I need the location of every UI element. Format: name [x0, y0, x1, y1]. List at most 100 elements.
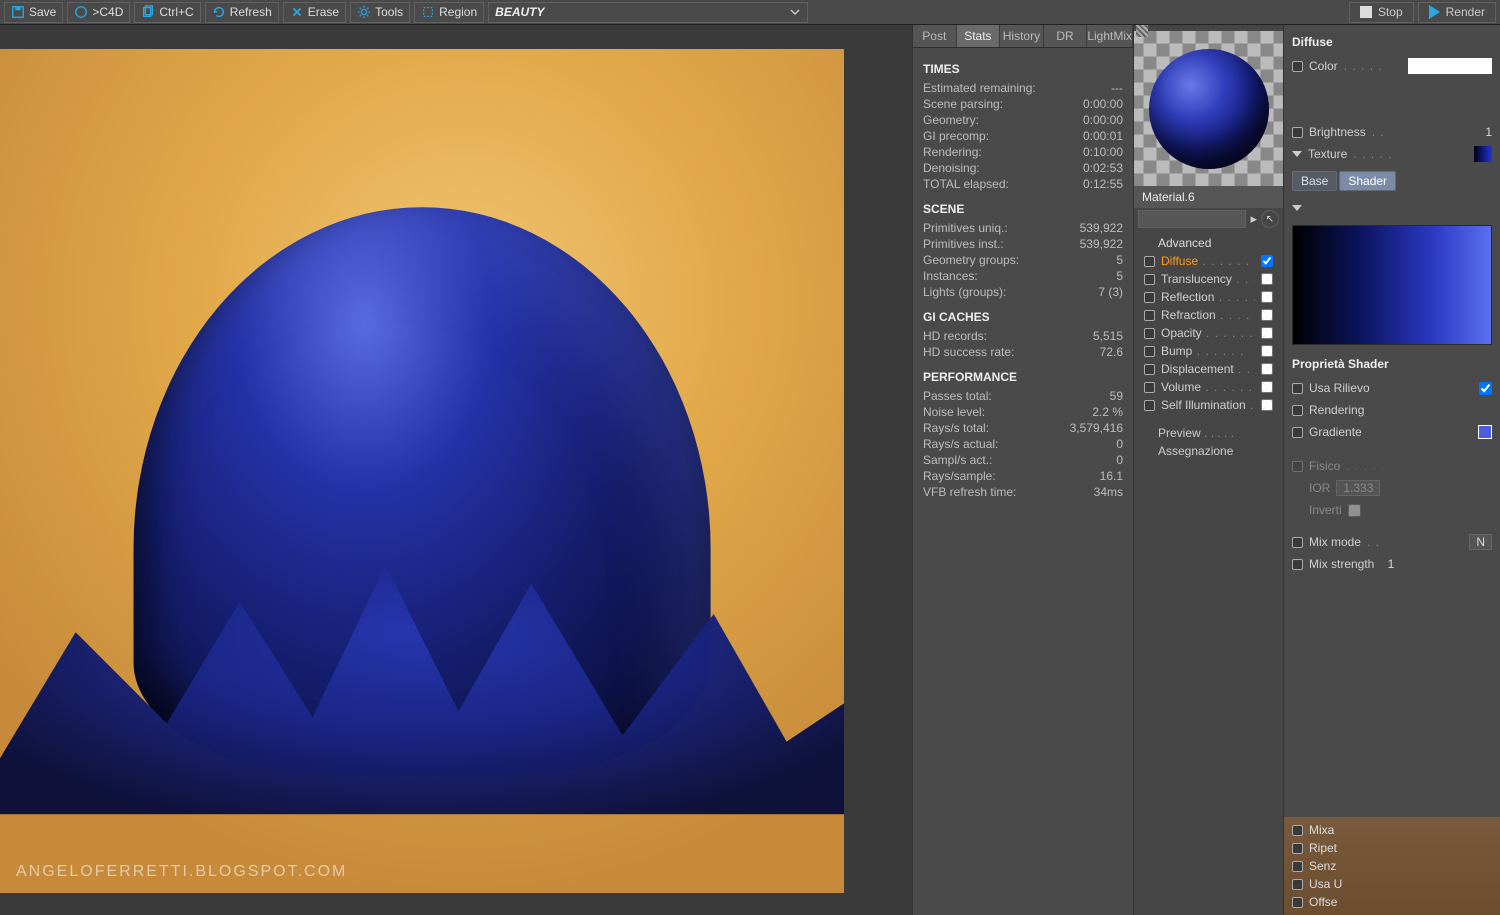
ior-row[interactable]: IOR1.333: [1292, 479, 1492, 497]
texture-swatch[interactable]: [1474, 146, 1492, 162]
inverti-checkbox[interactable]: [1348, 504, 1361, 517]
stat-row: Primitives inst.:539,922: [923, 236, 1123, 252]
radio-icon: [1144, 400, 1155, 411]
stat-row: HD records:5,515: [923, 328, 1123, 344]
save-button[interactable]: Save: [4, 2, 63, 23]
stat-row: Denoising:0:02:53: [923, 160, 1123, 176]
stat-row: Rays/s actual:0: [923, 436, 1123, 452]
tools-button[interactable]: Tools: [350, 2, 410, 23]
mixmode-row[interactable]: Mix mode. .N: [1292, 533, 1492, 551]
channel-checkbox[interactable]: [1261, 399, 1273, 411]
stat-row: Geometry:0:00:00: [923, 112, 1123, 128]
pass-dropdown[interactable]: BEAUTY: [488, 2, 808, 23]
radio-icon: [1144, 310, 1155, 321]
lower-prop-row[interactable]: Usa U: [1292, 875, 1492, 893]
channel-self-illumination[interactable]: Self Illumination: [1144, 396, 1273, 414]
channel-checkbox[interactable]: [1261, 255, 1273, 267]
usa-checkbox[interactable]: [1479, 382, 1492, 395]
material-search-input[interactable]: [1138, 210, 1246, 228]
hatch-icon: [1136, 25, 1148, 37]
tab-lightmix[interactable]: LightMix: [1087, 25, 1133, 47]
color-row[interactable]: Color. . . . .: [1292, 57, 1492, 75]
refresh-button[interactable]: Refresh: [205, 2, 279, 23]
lower-prop-row[interactable]: Mixa: [1292, 821, 1492, 839]
ior-field[interactable]: 1.333: [1336, 480, 1380, 496]
color-swatch[interactable]: [1408, 58, 1492, 74]
render-button[interactable]: Render: [1418, 2, 1496, 23]
lower-prop-row[interactable]: Senz: [1292, 857, 1492, 875]
gradient-swatch[interactable]: [1478, 425, 1492, 439]
channel-checkbox[interactable]: [1261, 291, 1273, 303]
inverti-row[interactable]: Inverti: [1292, 501, 1492, 519]
channel-checkbox[interactable]: [1261, 309, 1273, 321]
erase-icon: [290, 5, 304, 19]
gradiente-row[interactable]: Gradiente: [1292, 423, 1492, 441]
radio-icon: [1144, 382, 1155, 393]
channel-checkbox[interactable]: [1261, 327, 1273, 339]
channel-bump[interactable]: Bump: [1144, 342, 1273, 360]
material-preview[interactable]: [1134, 31, 1283, 186]
channel-opacity[interactable]: Opacity: [1144, 324, 1273, 342]
lower-prop-row[interactable]: Offse: [1292, 893, 1492, 911]
channel-checkbox[interactable]: [1261, 381, 1273, 393]
advanced-label[interactable]: Advanced: [1144, 234, 1273, 252]
picker-icon[interactable]: ↖: [1261, 210, 1279, 228]
stop-icon: [1360, 6, 1372, 18]
channel-translucency[interactable]: Translucency: [1144, 270, 1273, 288]
stat-row: TOTAL elapsed:0:12:55: [923, 176, 1123, 192]
refresh-icon: [212, 5, 226, 19]
stat-row: Estimated remaining:---: [923, 80, 1123, 96]
tab-base[interactable]: Base: [1292, 171, 1337, 191]
stat-row: Passes total:59: [923, 388, 1123, 404]
texture-row[interactable]: Texture. . . . .: [1292, 145, 1492, 163]
stat-row: Lights (groups):7 (3): [923, 284, 1123, 300]
gi-header: GI CACHES: [923, 310, 1123, 324]
gradient-preview[interactable]: [1292, 225, 1492, 345]
stat-row: Instances:5: [923, 268, 1123, 284]
preview-label[interactable]: Preview . . . . .: [1144, 424, 1273, 442]
mixstrength-row[interactable]: Mix strength1: [1292, 555, 1492, 573]
tab-history[interactable]: History: [1000, 25, 1044, 47]
radio-icon: [1144, 364, 1155, 375]
erase-button[interactable]: Erase: [283, 2, 346, 23]
to-c4d-button[interactable]: >C4D: [67, 2, 130, 23]
copy-button[interactable]: Ctrl+C: [134, 2, 200, 23]
usa-rilievo-row[interactable]: Usa Rilievo: [1292, 379, 1492, 397]
channel-volume[interactable]: Volume: [1144, 378, 1273, 396]
mixmode-field[interactable]: N: [1469, 534, 1492, 550]
brightness-row[interactable]: Brightness. .1: [1292, 123, 1492, 141]
assign-label[interactable]: Assegnazione: [1144, 442, 1273, 460]
times-header: TIMES: [923, 62, 1123, 76]
stat-row: Sampl/s act.:0: [923, 452, 1123, 468]
tab-post[interactable]: Post: [913, 25, 957, 47]
render-viewport[interactable]: ANGELOFERRETTI.BLOGSPOT.COM: [0, 25, 912, 915]
stop-button[interactable]: Stop: [1349, 2, 1414, 23]
arrow-icon: ▸: [1250, 211, 1257, 227]
radio-icon: [1144, 274, 1155, 285]
channel-diffuse[interactable]: Diffuse: [1144, 252, 1273, 270]
tab-shader[interactable]: Shader: [1339, 171, 1396, 191]
material-name[interactable]: Material.6: [1134, 186, 1283, 208]
stat-row: Rays/s total:3,579,416: [923, 420, 1123, 436]
channel-displacement[interactable]: Displacement: [1144, 360, 1273, 378]
stat-row: Primitives uniq.:539,922: [923, 220, 1123, 236]
channel-checkbox[interactable]: [1261, 363, 1273, 375]
channel-checkbox[interactable]: [1261, 345, 1273, 357]
properties-panel: Diffuse Color. . . . . Brightness. .1 Te…: [1284, 25, 1500, 915]
radio-icon: [1144, 328, 1155, 339]
channel-refraction[interactable]: Refraction: [1144, 306, 1273, 324]
triangle-down-icon: [1292, 151, 1302, 157]
lower-prop-row[interactable]: Ripet: [1292, 839, 1492, 857]
render-image: ANGELOFERRETTI.BLOGSPOT.COM: [0, 49, 844, 893]
channel-reflection[interactable]: Reflection: [1144, 288, 1273, 306]
copy-icon: [141, 5, 155, 19]
tab-dr[interactable]: DR: [1044, 25, 1088, 47]
perf-header: PERFORMANCE: [923, 370, 1123, 384]
region-icon: [421, 5, 435, 19]
rendering-row[interactable]: Rendering: [1292, 401, 1492, 419]
region-button[interactable]: Region: [414, 2, 484, 23]
fisico-row[interactable]: Fisico. . . . .: [1292, 457, 1492, 475]
channel-checkbox[interactable]: [1261, 273, 1273, 285]
radio-icon: [1144, 292, 1155, 303]
tab-stats[interactable]: Stats: [957, 25, 1001, 47]
